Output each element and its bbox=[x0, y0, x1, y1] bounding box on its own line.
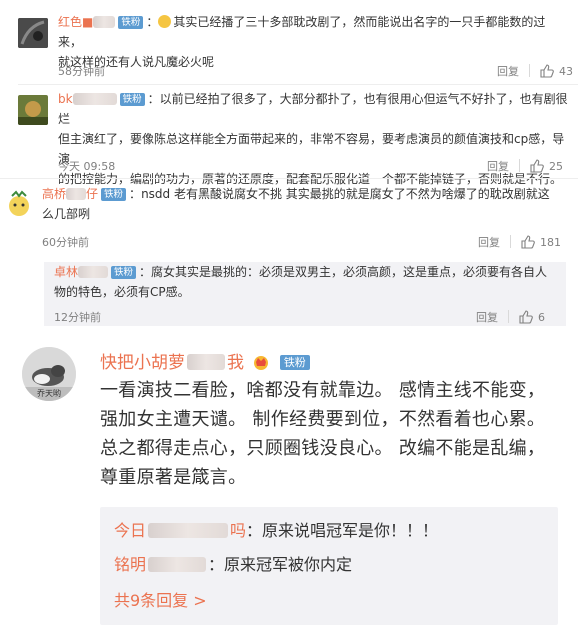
blurred-name bbox=[66, 188, 87, 200]
colon: ： bbox=[246, 521, 263, 540]
avatar[interactable] bbox=[18, 18, 48, 48]
comment-text: 腐女其实是最挑的：必须是双男主，必须高颜，这是重点，必须要有各自人 bbox=[151, 265, 548, 279]
like-count: 43 bbox=[559, 65, 573, 78]
like-count: 6 bbox=[538, 311, 545, 324]
reply-list: 今日 吗：原来说唱冠军是你！！！ 铭明 ：原来冠军被你内定 共9条回复 > bbox=[100, 507, 558, 625]
comment-username[interactable]: 高桥 bbox=[42, 187, 66, 201]
comment-username[interactable]: 卓林 bbox=[54, 265, 78, 279]
blurred-name bbox=[93, 16, 116, 28]
divider bbox=[0, 178, 578, 179]
divider bbox=[519, 159, 520, 172]
featured-username-tail: 我 bbox=[227, 353, 244, 373]
like-count: 25 bbox=[549, 160, 563, 173]
blurred-name bbox=[78, 266, 109, 278]
avatar[interactable] bbox=[18, 95, 48, 125]
more-replies-link[interactable]: 共9条回复 > bbox=[114, 587, 207, 611]
fan-badge: 铁粉 bbox=[101, 188, 127, 201]
thumbs-up-icon bbox=[521, 235, 535, 249]
blurred-name bbox=[148, 557, 207, 572]
blurred-name bbox=[187, 354, 225, 370]
comment-list: 红色■ 铁粉：其实已经播了三十多部耽改剧了，然而能说出名字的一只手都能数的过来， … bbox=[0, 0, 578, 331]
comment-username-tail: 仔 bbox=[86, 187, 99, 201]
reply-button[interactable]: 回复 bbox=[478, 236, 500, 249]
fan-badge: 铁粉 bbox=[119, 93, 145, 106]
like-button[interactable]: 25 bbox=[530, 159, 563, 173]
crown-icon bbox=[254, 356, 269, 370]
emoji-icon bbox=[158, 15, 172, 28]
comment-actions: 回复 43 bbox=[497, 63, 573, 79]
blurred-name bbox=[72, 93, 117, 105]
comment-text: nsdd 老有黑酸说腐女不挑 其实最挑的就是腐女了不然为啥爆了的耽改剧就这 bbox=[141, 187, 550, 201]
comment-username[interactable]: bk bbox=[58, 92, 73, 106]
comment-actions: 回复 6 bbox=[476, 309, 545, 325]
featured-comment-text: 一看演技二看脸，啥都没有就靠边。 感情主线不能变，强加女主遭天谴。 制作经费要到… bbox=[100, 380, 546, 488]
comment-username[interactable]: 红色■ bbox=[58, 15, 93, 29]
reply-item: 今日 吗：原来说唱冠军是你！！！ bbox=[114, 517, 438, 541]
comment-time: 58分钟前 bbox=[58, 65, 105, 78]
reply-button[interactable]: 回复 bbox=[487, 160, 509, 173]
featured-username[interactable]: 快把小胡萝 我 铁粉 bbox=[100, 348, 310, 373]
like-button[interactable]: 181 bbox=[521, 235, 561, 249]
divider bbox=[18, 84, 578, 85]
avatar-caption: 乔天哟 bbox=[37, 389, 61, 398]
colon: ： bbox=[208, 555, 225, 574]
comment-body: bk 铁粉 ：以前已经拍了很多了，大部分都扑了，也有很用心但运气不好扑了，也有剧很烂… bbox=[58, 92, 568, 186]
blurred-name bbox=[148, 523, 229, 538]
like-count: 181 bbox=[540, 236, 561, 249]
comment-actions: 回复 25 bbox=[487, 158, 563, 174]
reply-username[interactable]: 今日 bbox=[114, 521, 146, 540]
comment-time: 今天 09:58 bbox=[58, 160, 116, 173]
comment-time: 12分钟前 bbox=[54, 311, 101, 324]
divider bbox=[510, 235, 511, 248]
like-button[interactable]: 6 bbox=[519, 310, 545, 324]
avatar[interactable]: 乔天哟 bbox=[22, 347, 76, 401]
reply-button[interactable]: 回复 bbox=[497, 65, 519, 78]
reply-button[interactable]: 回复 bbox=[476, 311, 498, 324]
comment-text: 物的特色，必须有CP感。 bbox=[54, 285, 190, 299]
thumbs-up-icon bbox=[530, 159, 544, 173]
comment-text: 么几部咧 bbox=[42, 207, 91, 221]
comment-body: 卓林 铁粉 ：腐女其实是最挑的：必须是双男主，必须高颜，这是重点，必须要有各自人 物… bbox=[54, 265, 548, 299]
fan-badge: 铁粉 bbox=[111, 266, 137, 279]
divider bbox=[508, 310, 509, 323]
comment-time: 60分钟前 bbox=[42, 236, 89, 249]
divider bbox=[529, 64, 530, 77]
like-button[interactable]: 43 bbox=[540, 64, 573, 78]
reply-text: 原来说唱冠军是你！！！ bbox=[262, 521, 439, 540]
thumbs-up-icon bbox=[519, 310, 533, 324]
avatar[interactable] bbox=[4, 188, 34, 218]
comment-actions: 回复 181 bbox=[478, 234, 561, 250]
reply-text: 原来冠军被你内定 bbox=[224, 555, 353, 574]
fan-badge: 铁粉 bbox=[118, 16, 144, 29]
reply-username-tail: 吗 bbox=[230, 521, 247, 540]
comment-body: 红色■ 铁粉：其实已经播了三十多部耽改剧了，然而能说出名字的一只手都能数的过来， … bbox=[58, 15, 546, 69]
reply-item: 铭明 ：原来冠军被你内定 bbox=[114, 551, 352, 575]
comment-body: 高桥仔铁粉 ：nsdd 老有黑酸说腐女不挑 其实最挑的就是腐女了不然为啥爆了的耽改… bbox=[42, 187, 550, 221]
fan-badge: 铁粉 bbox=[279, 355, 310, 370]
featured-username-text: 快把小胡萝 bbox=[100, 353, 185, 373]
reply-username[interactable]: 铭明 bbox=[114, 555, 146, 574]
thumbs-up-icon bbox=[540, 64, 554, 78]
